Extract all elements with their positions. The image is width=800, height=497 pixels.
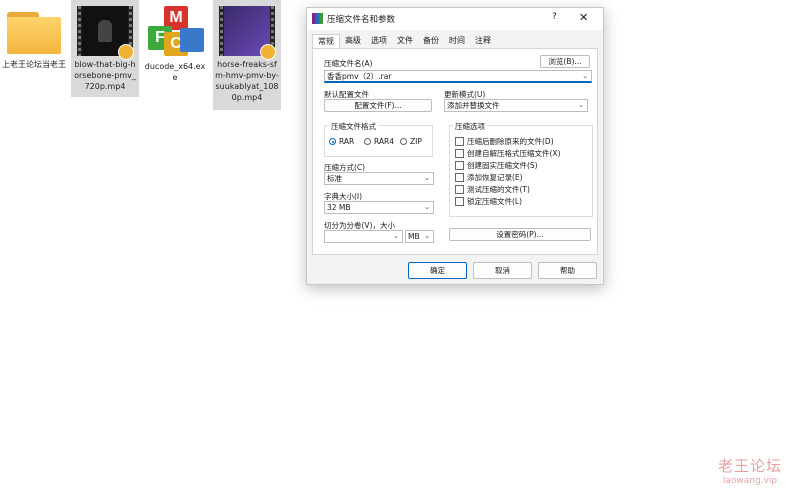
option-sfx[interactable]: 创建自解压格式压缩文件(X)	[455, 148, 561, 159]
tab-advanced[interactable]: 高级	[340, 34, 366, 48]
compression-method-select[interactable]: 标准 ⌄	[324, 172, 434, 185]
archive-options-label: 压缩选项	[453, 121, 487, 132]
option-label: 压缩后删除原来的文件(D)	[467, 137, 554, 146]
close-icon[interactable]: ✕	[579, 11, 588, 24]
option-label: 创建自解压格式压缩文件(X)	[467, 149, 561, 158]
profile-button[interactable]: 配置文件(F)...	[324, 99, 432, 112]
chevron-down-icon: ⌄	[578, 101, 584, 109]
checkbox-icon	[455, 137, 464, 146]
desktop-video-file-2[interactable]: horse-freaks-sfm-hmv-pmv-by-suukablyat_1…	[213, 0, 281, 110]
option-lock[interactable]: 锁定压缩文件(L)	[455, 196, 522, 207]
tab-files[interactable]: 文件	[392, 34, 418, 48]
format-rar4-label: RAR4	[374, 137, 395, 146]
desktop-exe-file[interactable]: M F C ducode_x64.exe	[141, 0, 209, 84]
checkbox-icon	[455, 161, 464, 170]
checkbox-icon	[455, 149, 464, 158]
option-label: 添加恢复记录(E)	[467, 173, 523, 182]
radio-icon	[400, 138, 407, 145]
archive-format-label: 压缩文件格式	[329, 121, 378, 132]
help-button-title[interactable]: ?	[552, 12, 557, 22]
checkbox-icon	[455, 197, 464, 206]
desktop-icon-label: blow-that-big-horsebone-pmv_720p.mp4	[74, 60, 136, 91]
option-delete-after[interactable]: 压缩后删除原来的文件(D)	[455, 136, 554, 147]
cancel-button[interactable]: 取消	[473, 262, 532, 279]
split-unit-value: MB	[408, 232, 420, 241]
help-button[interactable]: 帮助	[538, 262, 597, 279]
desktop-icon-label: 上老王论坛当老王	[2, 60, 66, 69]
format-zip-radio[interactable]: ZIP	[400, 137, 422, 146]
set-password-button[interactable]: 设置密码(P)...	[449, 228, 591, 241]
ok-button[interactable]: 确定	[408, 262, 467, 279]
archive-settings-dialog: 压缩文件名和参数 ? ✕ 常规 高级 选项 文件 备份 时间 注释 压缩文件名(…	[306, 7, 604, 285]
chevron-down-icon: ⌄	[393, 232, 399, 240]
split-size-input[interactable]: ⌄	[324, 230, 403, 243]
chevron-down-icon: ⌄	[424, 174, 430, 182]
checkbox-icon	[455, 173, 464, 182]
dictionary-size-select[interactable]: 32 MB ⌄	[324, 201, 434, 214]
option-label: 创建固实压缩文件(S)	[467, 161, 538, 170]
general-tab-panel: 压缩文件名(A) 浏览(B)... 香香pmv（2）.rar ⌄ 默认配置文件 …	[312, 48, 598, 255]
compression-method-value: 标准	[327, 174, 342, 183]
dictionary-size-value: 32 MB	[327, 203, 351, 212]
archive-name-value: 香香pmv（2）.rar	[327, 72, 392, 81]
format-rar4-radio[interactable]: RAR4	[364, 137, 394, 146]
split-unit-select[interactable]: MB ⌄	[405, 230, 434, 243]
chevron-down-icon: ⌄	[424, 232, 430, 240]
option-recovery[interactable]: 添加恢复记录(E)	[455, 172, 523, 183]
winrar-icon	[312, 13, 323, 24]
video-file-icon	[77, 6, 134, 60]
mfc-app-icon: M F C	[144, 2, 206, 58]
tab-comment[interactable]: 注释	[470, 34, 496, 48]
tab-backup[interactable]: 备份	[418, 34, 444, 48]
option-solid[interactable]: 创建固实压缩文件(S)	[455, 160, 538, 171]
desktop-icon-label: horse-freaks-sfm-hmv-pmv-by-suukablyat_1…	[215, 60, 279, 102]
dialog-title: 压缩文件名和参数	[327, 15, 396, 25]
video-file-icon	[219, 6, 276, 60]
update-mode-value: 添加并替换文件	[447, 101, 500, 110]
media-player-badge-icon	[260, 44, 276, 60]
chevron-down-icon: ⌄	[424, 203, 430, 211]
checkbox-icon	[455, 185, 464, 194]
chevron-down-icon[interactable]: ⌄	[582, 71, 588, 81]
update-mode-select[interactable]: 添加并替换文件 ⌄	[444, 99, 588, 112]
desktop-folder[interactable]: 上老王论坛当老王	[0, 4, 68, 71]
format-rar-radio[interactable]: RAR	[329, 137, 354, 146]
radio-icon	[364, 138, 371, 145]
archive-name-label: 压缩文件名(A)	[324, 59, 373, 68]
format-rar-label: RAR	[339, 137, 355, 146]
desktop-icon-label: ducode_x64.exe	[144, 62, 206, 82]
option-label: 锁定压缩文件(L)	[467, 197, 523, 206]
tab-time[interactable]: 时间	[444, 34, 470, 48]
watermark-url: laowang.vip	[722, 476, 778, 486]
dialog-tabs: 常规 高级 选项 文件 备份 时间 注释	[312, 34, 496, 48]
media-player-badge-icon	[118, 44, 134, 60]
radio-selected-icon	[329, 138, 336, 145]
dialog-titlebar: 压缩文件名和参数 ? ✕	[307, 8, 603, 30]
format-zip-label: ZIP	[410, 137, 422, 146]
browse-button[interactable]: 浏览(B)...	[540, 55, 590, 68]
option-test[interactable]: 测试压缩的文件(T)	[455, 184, 530, 195]
folder-icon	[7, 12, 61, 54]
site-watermark: 老王论坛 laowang.vip	[718, 455, 782, 486]
tab-general[interactable]: 常规	[312, 34, 340, 48]
tab-options[interactable]: 选项	[366, 34, 392, 48]
desktop-video-file-1[interactable]: blow-that-big-horsebone-pmv_720p.mp4	[71, 0, 139, 97]
archive-name-field[interactable]: 香香pmv（2）.rar ⌄	[324, 70, 592, 83]
option-label: 测试压缩的文件(T)	[467, 185, 530, 194]
watermark-text: 老王论坛	[718, 457, 783, 475]
